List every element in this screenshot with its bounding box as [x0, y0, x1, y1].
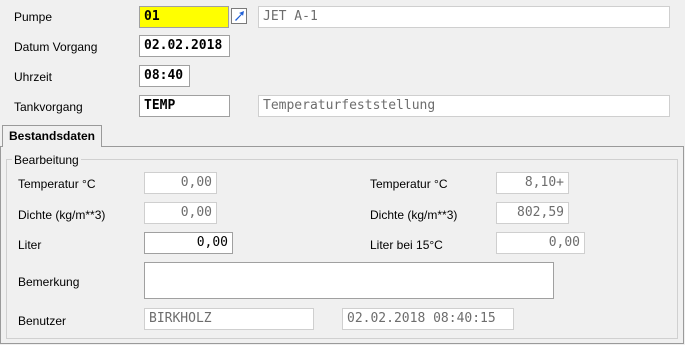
uhrzeit-input[interactable]: 08:40 — [139, 65, 190, 87]
temperatur-right-field: 8,10+ — [496, 172, 569, 194]
pumpe-name-field: JET A-1 — [258, 6, 670, 28]
dichte-field: 0,00 — [144, 202, 217, 224]
pumpe-lookup-button[interactable] — [231, 8, 247, 24]
benutzer-field: BIRKHOLZ — [144, 308, 314, 330]
dichte-right-field: 802,59 — [496, 202, 569, 224]
dichte-right-label: Dichte (kg/m**3) — [370, 208, 458, 222]
liter15-label: Liter bei 15°C — [370, 238, 443, 252]
tab-bestandsdaten[interactable]: Bestandsdaten — [2, 125, 102, 147]
datum-label: Datum Vorgang — [14, 40, 98, 54]
tankvorgang-input[interactable]: TEMP — [139, 95, 230, 117]
pumpe-label: Pumpe — [14, 10, 53, 24]
bemerkung-textarea[interactable] — [144, 262, 554, 299]
timestamp-field: 02.02.2018 08:40:15 — [342, 308, 514, 330]
benutzer-label: Benutzer — [18, 314, 67, 328]
temperatur-field: 0,00 — [144, 172, 217, 194]
arrow-lookup-icon — [232, 9, 246, 23]
temperatur-label: Temperatur °C — [18, 177, 96, 191]
temperatur-right-label: Temperatur °C — [370, 177, 448, 191]
pumpe-input[interactable]: 01 — [139, 6, 229, 28]
dichte-label: Dichte (kg/m**3) — [18, 208, 106, 222]
bemerkung-label: Bemerkung — [18, 275, 80, 289]
liter-input[interactable]: 0,00 — [144, 232, 233, 254]
tankvorgang-label: Tankvorgang — [14, 100, 83, 114]
liter-label: Liter — [18, 238, 42, 252]
tankvorgang-desc-field: Temperaturfeststellung — [258, 95, 670, 117]
datum-input[interactable]: 02.02.2018 — [139, 35, 230, 57]
liter15-field: 0,00 — [496, 232, 585, 254]
group-title: Bearbeitung — [12, 153, 81, 167]
uhrzeit-label: Uhrzeit — [14, 70, 53, 84]
